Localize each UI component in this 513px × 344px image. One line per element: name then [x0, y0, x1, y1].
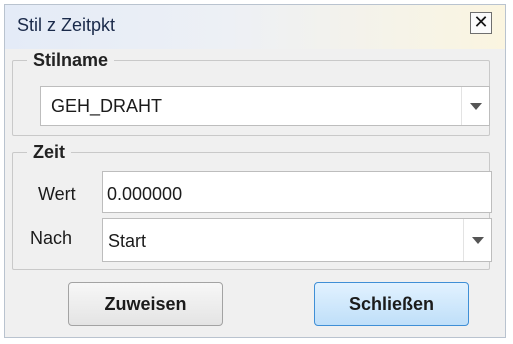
zuweisen-button[interactable]: Zuweisen	[68, 282, 223, 326]
zeit-legend: Zeit	[33, 142, 66, 162]
chevron-down-icon[interactable]	[461, 87, 489, 125]
wert-input[interactable]: 0.000000	[102, 171, 492, 213]
dialog-titlebar: Stil z Zeitpkt	[5, 5, 505, 49]
nach-label: Nach	[30, 228, 73, 248]
stilname-legend: Stilname	[33, 50, 109, 70]
schliessen-button[interactable]: Schließen	[314, 282, 469, 326]
nach-dropdown[interactable]: Start	[102, 218, 492, 262]
stilname-dropdown[interactable]: GEH_DRAHT	[40, 86, 490, 126]
close-icon[interactable]: ✕	[470, 12, 492, 34]
stilname-selected-value: GEH_DRAHT	[51, 96, 163, 116]
wert-label: Wert	[38, 184, 76, 204]
chevron-down-icon[interactable]	[463, 219, 491, 261]
nach-selected-value: Start	[108, 231, 147, 251]
dialog-title: Stil z Zeitpkt	[17, 15, 116, 35]
